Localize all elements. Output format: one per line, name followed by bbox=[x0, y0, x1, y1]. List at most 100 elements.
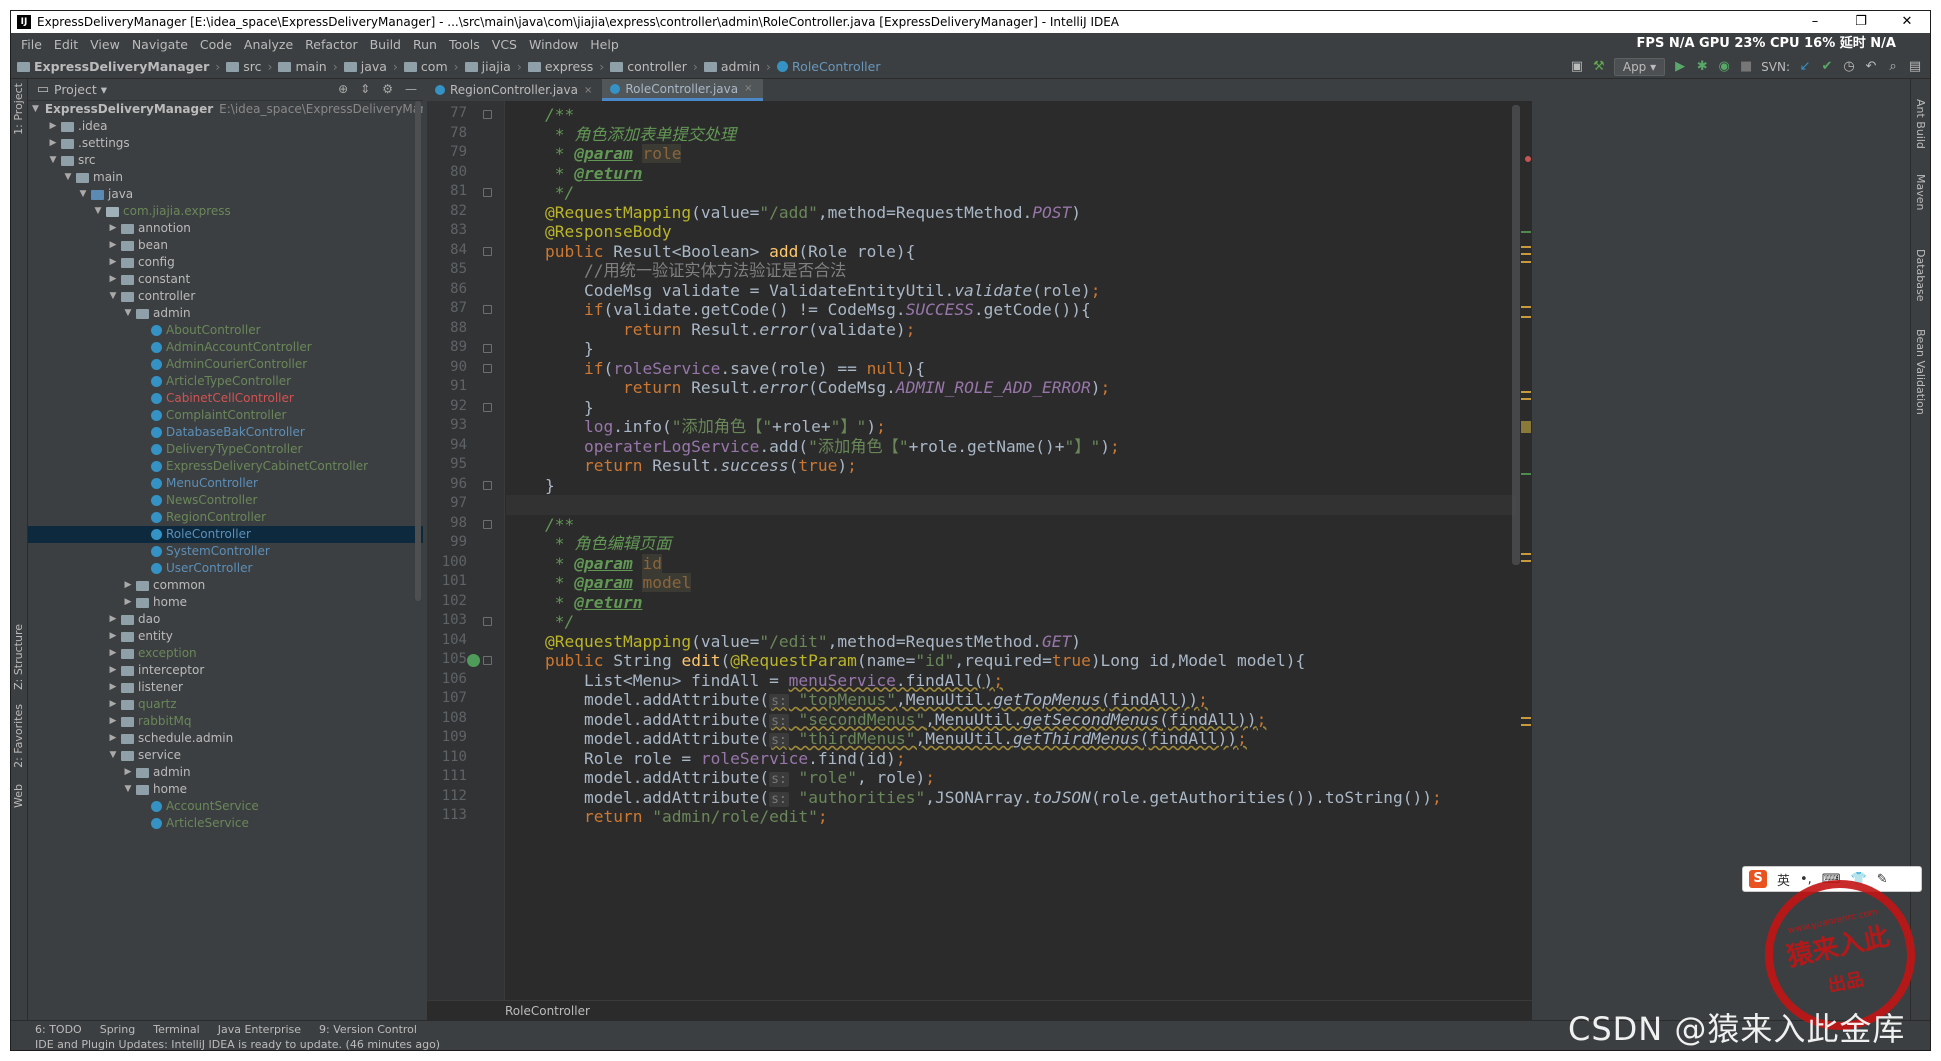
menu-code[interactable]: Code bbox=[194, 37, 238, 52]
search-icon[interactable]: ⌕ bbox=[1886, 60, 1900, 74]
tree-row[interactable]: AccountService bbox=[28, 798, 423, 815]
code-area[interactable]: /** * 角色添加表单提交处理 * @param role * @return… bbox=[506, 101, 1516, 1015]
breadcrumb-item[interactable]: controller › bbox=[610, 59, 698, 74]
debug-icon[interactable]: ✱ bbox=[1695, 60, 1709, 74]
close-tab-icon[interactable]: × bbox=[584, 85, 592, 96]
ant-build-tool-tab[interactable]: Ant Build bbox=[1914, 99, 1927, 149]
collapse-arrow-icon[interactable]: ▶ bbox=[122, 577, 134, 594]
gear-icon[interactable]: ⚙ bbox=[382, 82, 393, 96]
terminal-tool-button[interactable]: Terminal bbox=[153, 1023, 200, 1036]
menu-window[interactable]: Window bbox=[523, 37, 584, 52]
collapse-arrow-icon[interactable]: ▶ bbox=[107, 713, 119, 730]
collapse-arrow-icon[interactable]: ▶ bbox=[122, 594, 134, 611]
project-structure-icon[interactable]: ▣ bbox=[1570, 60, 1584, 74]
tree-row[interactable]: ▶ listener bbox=[28, 679, 423, 696]
scroll-from-source-icon[interactable]: ⊕ bbox=[338, 82, 348, 96]
tree-row[interactable]: ▶ rabbitMq bbox=[28, 713, 423, 730]
menu-navigate[interactable]: Navigate bbox=[126, 37, 194, 52]
tree-row[interactable]: ▶ .settings bbox=[28, 135, 423, 152]
menu-edit[interactable]: Edit bbox=[48, 37, 84, 52]
expand-arrow-icon[interactable]: ▼ bbox=[92, 203, 104, 220]
collapse-arrow-icon[interactable]: ▶ bbox=[107, 237, 119, 254]
breadcrumb-item[interactable]: java › bbox=[343, 59, 398, 74]
menu-run[interactable]: Run bbox=[407, 37, 443, 52]
hide-panel-icon[interactable]: — bbox=[405, 82, 417, 96]
menu-build[interactable]: Build bbox=[364, 37, 407, 52]
breadcrumb-item[interactable]: admin › bbox=[703, 59, 771, 74]
fold-marker-icon[interactable] bbox=[483, 402, 492, 412]
collapse-arrow-icon[interactable]: ▶ bbox=[47, 135, 59, 152]
fold-marker-icon[interactable] bbox=[483, 480, 492, 490]
tree-row[interactable]: ▼ home bbox=[28, 781, 423, 798]
menu-analyze[interactable]: Analyze bbox=[238, 37, 299, 52]
breadcrumb-item[interactable]: main › bbox=[278, 59, 338, 74]
structure-tool-tab[interactable]: Z: Structure bbox=[12, 624, 25, 690]
tree-row[interactable]: ArticleService bbox=[28, 815, 423, 832]
menu-file[interactable]: File bbox=[15, 37, 48, 52]
ime-tools-icon[interactable]: ✎ bbox=[1877, 872, 1888, 887]
ime-punct-icon[interactable]: •, bbox=[1800, 872, 1812, 887]
tree-row[interactable]: AdminCourierController bbox=[28, 356, 423, 373]
history-icon[interactable]: ◷ bbox=[1842, 60, 1856, 74]
collapse-all-icon[interactable]: ⇕ bbox=[360, 82, 370, 96]
revert-icon[interactable]: ↶ bbox=[1864, 60, 1878, 74]
run-configuration-select[interactable]: App ▾ bbox=[1613, 58, 1666, 76]
editor-scrollbar[interactable] bbox=[1512, 105, 1520, 565]
editor-tab[interactable]: RegionController.java × bbox=[427, 79, 602, 101]
collapse-arrow-icon[interactable]: ▶ bbox=[107, 696, 119, 713]
tree-row[interactable]: CabinetCellController bbox=[28, 390, 423, 407]
collapse-arrow-icon[interactable]: ▶ bbox=[107, 254, 119, 271]
todo-tool-button[interactable]: 6: TODO bbox=[35, 1023, 82, 1036]
tree-row[interactable]: AdminAccountController bbox=[28, 339, 423, 356]
tree-row[interactable]: RoleController bbox=[28, 526, 423, 543]
tree-row[interactable]: ▶ entity bbox=[28, 628, 423, 645]
expand-arrow-icon[interactable]: ▼ bbox=[122, 305, 134, 322]
settings-icon[interactable]: ▤ bbox=[1908, 60, 1922, 74]
fold-marker-icon[interactable] bbox=[483, 246, 492, 256]
minimize-button[interactable]: – bbox=[1792, 11, 1838, 33]
svn-commit-icon[interactable]: ✔ bbox=[1820, 60, 1834, 74]
tree-row[interactable]: ▶ .idea bbox=[28, 118, 423, 135]
tree-row[interactable]: ▶ common bbox=[28, 577, 423, 594]
tree-row[interactable]: ▼ admin bbox=[28, 305, 423, 322]
collapse-arrow-icon[interactable]: ▶ bbox=[107, 628, 119, 645]
collapse-arrow-icon[interactable]: ▶ bbox=[107, 220, 119, 237]
svn-update-icon[interactable]: ↙ bbox=[1798, 60, 1812, 74]
project-tree-scrollbar[interactable] bbox=[415, 101, 421, 601]
breadcrumb-item[interactable]: jiajia › bbox=[464, 59, 522, 74]
tree-row[interactable]: ▶ constant bbox=[28, 271, 423, 288]
tree-row[interactable]: ▶ exception bbox=[28, 645, 423, 662]
tree-row[interactable]: ▶ bean bbox=[28, 237, 423, 254]
fold-marker-icon[interactable] bbox=[483, 656, 492, 665]
tree-row[interactable]: DeliveryTypeController bbox=[28, 441, 423, 458]
java-enterprise-tool-button[interactable]: Java Enterprise bbox=[218, 1023, 301, 1036]
stop-icon[interactable]: ■ bbox=[1739, 60, 1753, 74]
collapse-arrow-icon[interactable]: ▶ bbox=[47, 118, 59, 135]
spring-tool-button[interactable]: Spring bbox=[100, 1023, 136, 1036]
breadcrumb-item[interactable]: RoleController bbox=[777, 59, 880, 74]
close-button[interactable]: ✕ bbox=[1884, 11, 1930, 33]
version-control-tool-button[interactable]: 9: Version Control bbox=[319, 1023, 417, 1036]
expand-arrow-icon[interactable]: ▼ bbox=[107, 288, 119, 305]
tree-row[interactable]: ▼ main bbox=[28, 169, 423, 186]
breadcrumb-item[interactable]: src › bbox=[226, 59, 272, 74]
fold-marker-icon[interactable] bbox=[483, 305, 492, 314]
menu-help[interactable]: Help bbox=[584, 37, 625, 52]
tree-row[interactable]: ▶ interceptor bbox=[28, 662, 423, 679]
tree-row[interactable]: ▶ schedule.admin bbox=[28, 730, 423, 747]
close-tab-icon[interactable]: × bbox=[744, 83, 752, 94]
tree-row[interactable]: ▼ controller bbox=[28, 288, 423, 305]
build-hammer-icon[interactable]: ⚒ bbox=[1592, 60, 1606, 74]
breadcrumb-item[interactable]: ExpressDeliveryManager › bbox=[17, 59, 220, 74]
expand-arrow-icon[interactable]: ▼ bbox=[77, 186, 89, 203]
tree-row[interactable]: ▶ home bbox=[28, 594, 423, 611]
web-tool-tab[interactable]: Web bbox=[12, 784, 25, 808]
spring-bean-icon[interactable] bbox=[467, 654, 480, 667]
tree-row[interactable]: ▶ dao bbox=[28, 611, 423, 628]
database-tool-tab[interactable]: Database bbox=[1914, 249, 1927, 302]
fold-marker-icon[interactable] bbox=[483, 188, 492, 197]
ime-mode[interactable]: 英 bbox=[1777, 870, 1790, 889]
collapse-arrow-icon[interactable]: ▶ bbox=[107, 645, 119, 662]
tree-row[interactable]: AboutController bbox=[28, 322, 423, 339]
tree-row[interactable]: UserController bbox=[28, 560, 423, 577]
